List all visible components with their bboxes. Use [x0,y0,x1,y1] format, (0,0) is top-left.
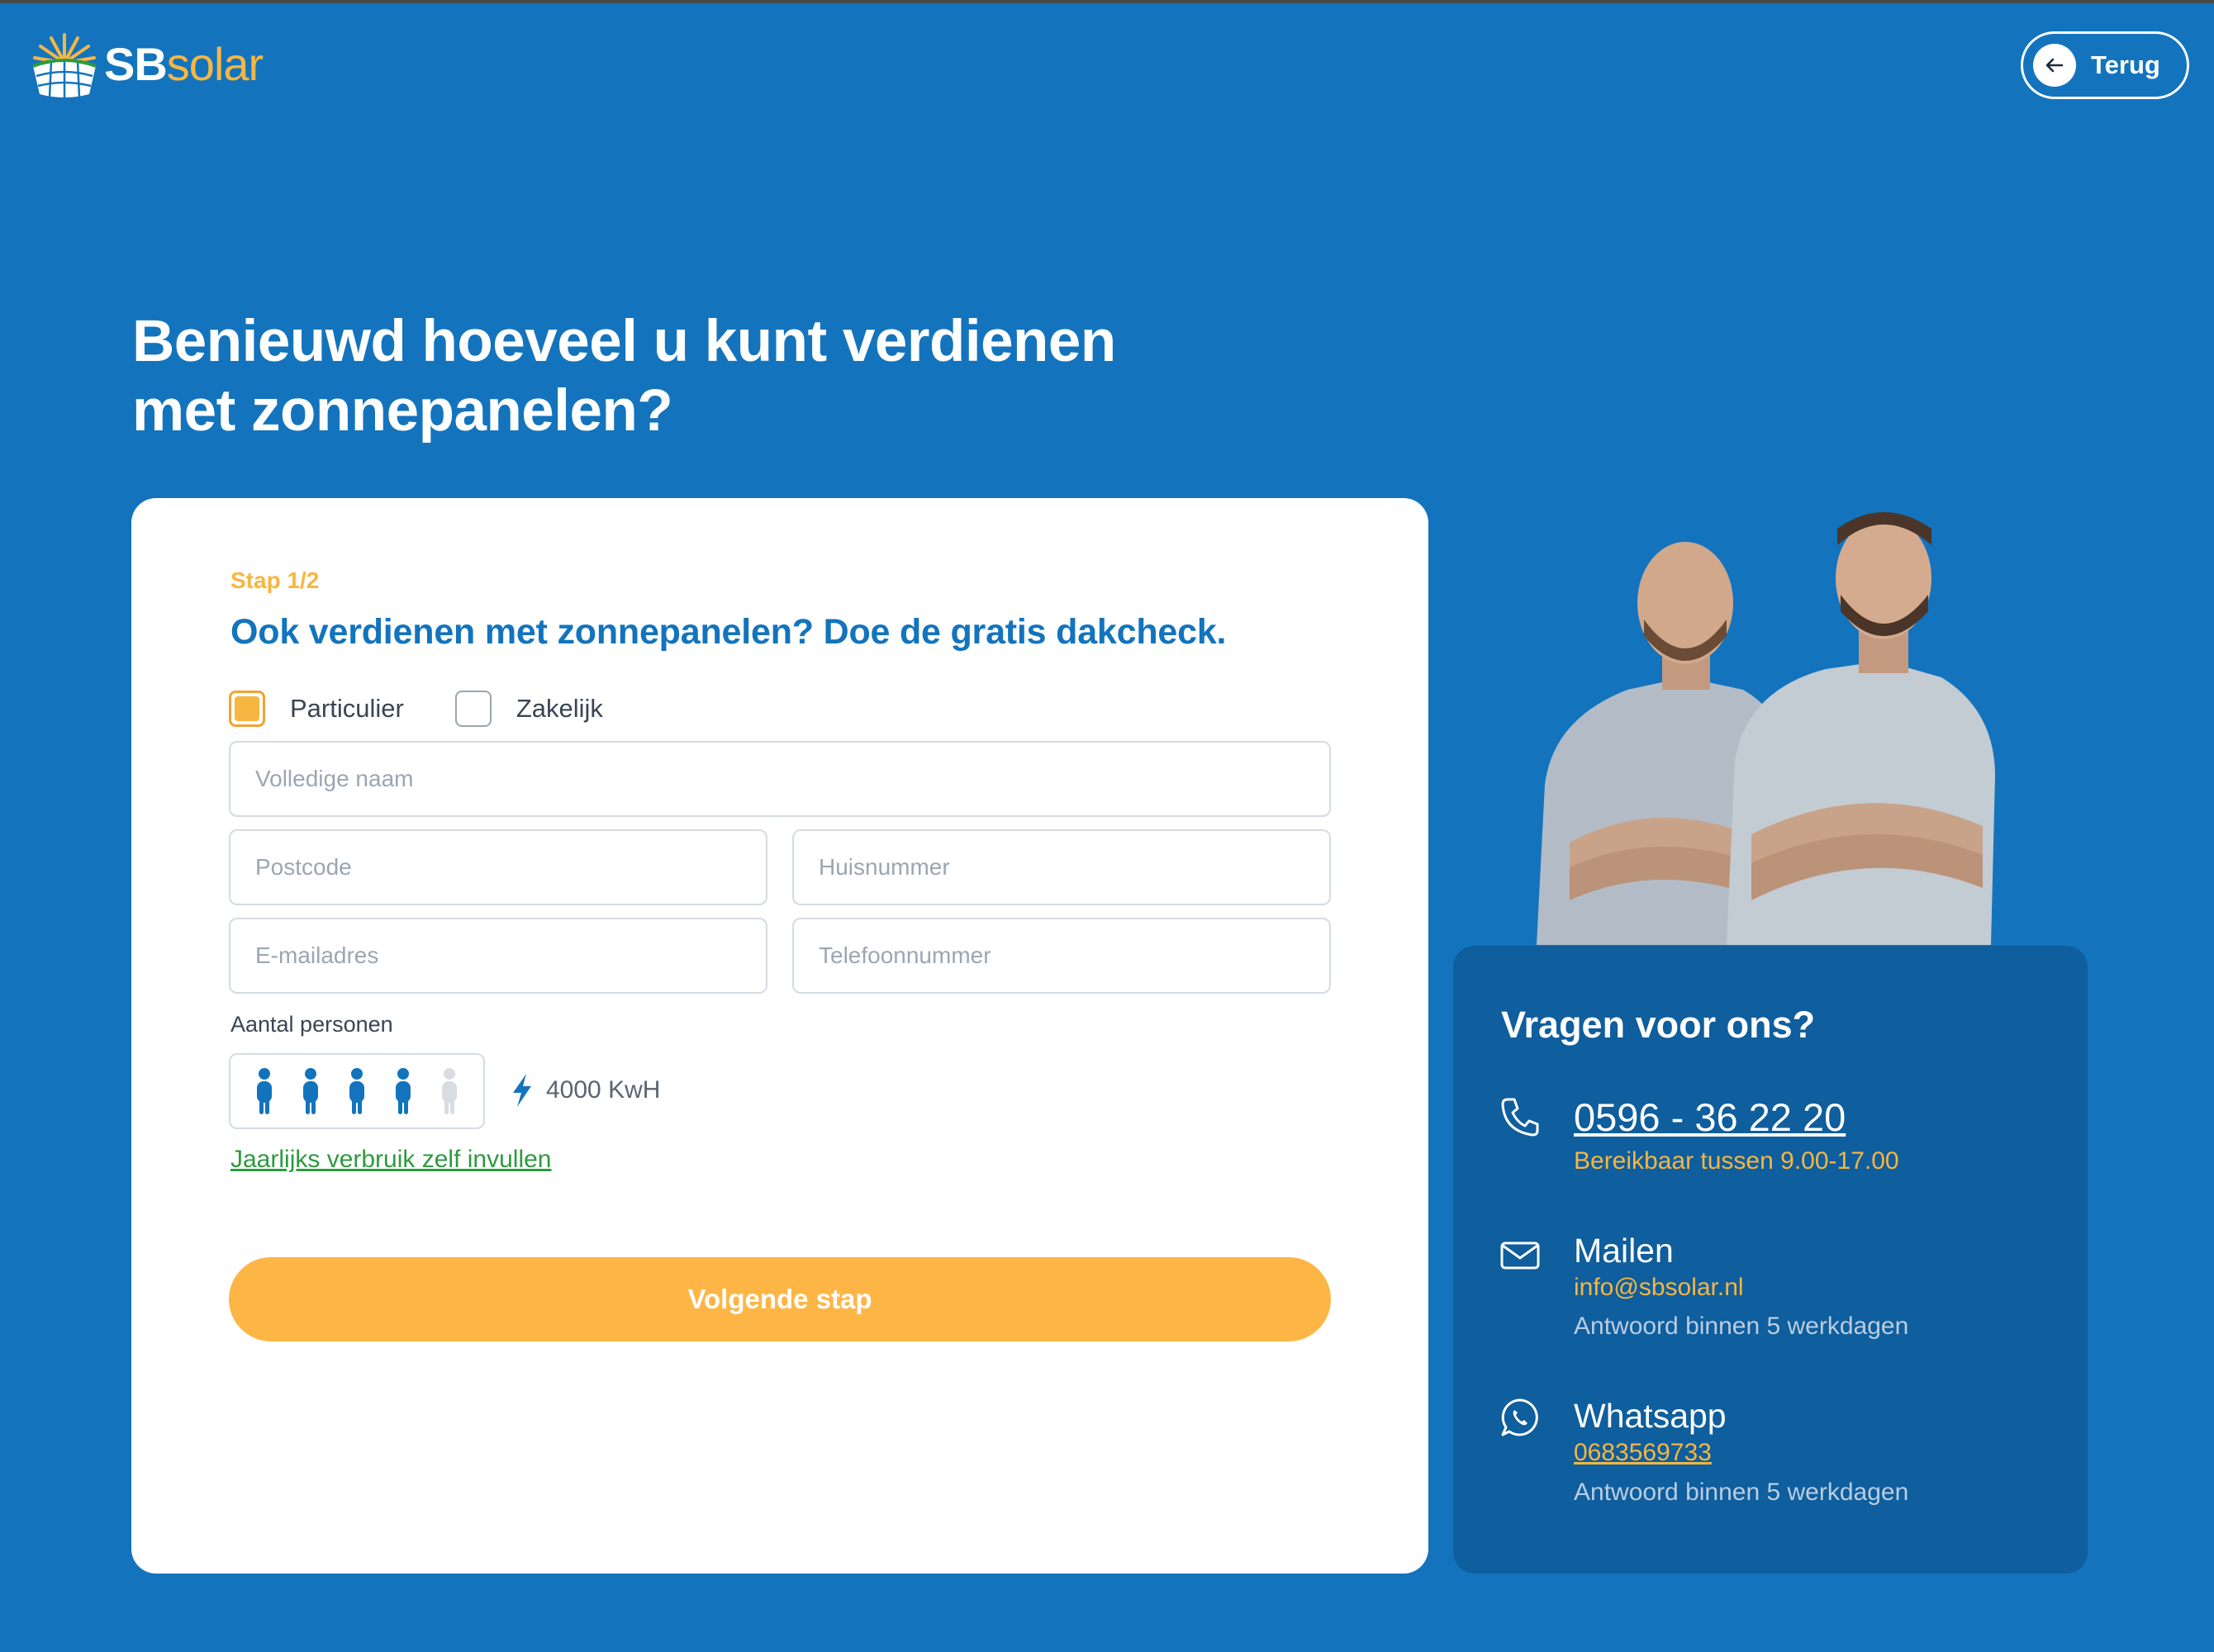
dakcheck-form-card: Stap 1/2 Ook verdienen met zonnepanelen?… [131,498,1428,1574]
team-photo [1537,512,1995,945]
headline-line-2: met zonnepanelen? [132,378,673,444]
brand-name-bold: SB [104,38,168,90]
team-member-right [1727,512,1995,945]
brand-name-light: solar [166,38,264,90]
phone-icon [1501,1098,1539,1137]
person-icon-3[interactable] [344,1066,369,1116]
phone-input[interactable]: Telefoonnummer [792,918,1331,994]
particulier-label[interactable]: Particulier [290,694,404,724]
person-icon-4[interactable] [391,1066,416,1116]
contact-mail-address[interactable]: info@sbsolar.nl [1574,1274,1744,1302]
whatsapp-icon [1501,1398,1538,1436]
full-name-input[interactable]: Volledige naam [229,741,1331,817]
contact-whatsapp-number[interactable]: 0683569733 [1574,1439,1712,1467]
contact-panel: Vragen voor ons? 0596 - 36 22 20 Bereikb… [1453,946,2088,1574]
email-input[interactable]: E-mailadres [229,918,767,994]
contact-whatsapp-response: Antwoord binnen 5 werkdagen [1574,1479,1909,1506]
postcode-input[interactable]: Postcode [229,829,767,905]
lightning-icon [513,1074,531,1107]
persons-selector [229,1053,485,1129]
page-headline: Benieuwd hoeveel u kunt verdienen met zo… [132,307,1289,446]
next-step-button[interactable]: Volgende stap [229,1257,1331,1341]
particulier-checkbox[interactable] [229,691,265,727]
back-button[interactable]: Terug [2021,31,2189,99]
persons-label: Aantal personen [230,1012,393,1037]
headline-line-1: Benieuwd hoeveel u kunt verdienen [132,309,1116,374]
contact-mail-label: Mailen [1574,1232,1674,1270]
contact-mail-response: Antwoord binnen 5 werkdagen [1574,1313,1909,1340]
back-button-label: Terug [2091,50,2160,79]
arrow-left-icon [2033,44,2076,87]
step-indicator: Stap 1/2 [230,567,320,593]
contact-whatsapp-label: Whatsapp [1574,1397,1727,1435]
contact-phone-hours: Bereikbaar tussen 9.00-17.00 [1574,1147,1899,1175]
sun-panel-logo-icon [32,33,97,99]
person-icon-2[interactable] [298,1066,323,1116]
house-number-input[interactable]: Huisnummer [792,829,1331,905]
person-icon-1[interactable] [252,1066,277,1116]
person-icon-5[interactable] [437,1066,462,1116]
custom-usage-link[interactable]: Jaarlijks verbruik zelf invullen [230,1146,551,1174]
zakelijk-label[interactable]: Zakelijk [516,694,603,724]
usage-estimate: 4000 KwH [508,1072,660,1108]
usage-value: 4000 KwH [546,1076,661,1104]
contact-title: Vragen voor ons? [1501,1004,1816,1046]
zakelijk-checkbox[interactable] [454,691,492,727]
form-title: Ook verdienen met zonnepanelen? Doe de g… [230,612,1227,652]
customer-type-options: Particulier Zakelijk [229,691,654,727]
window-top-border [0,0,2214,3]
mail-icon [1500,1241,1540,1270]
brand-logo[interactable]: SBsolar [30,30,264,99]
contact-phone-number[interactable]: 0596 - 36 22 20 [1574,1094,1846,1140]
